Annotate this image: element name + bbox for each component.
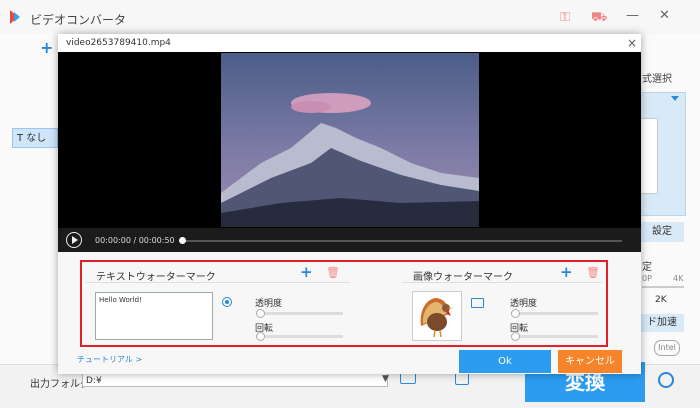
- watermark-text-input[interactable]: Hello World!: [95, 292, 213, 340]
- image-opacity-slider[interactable]: [513, 312, 598, 315]
- alarm-icon[interactable]: [658, 372, 674, 388]
- text-rotate-slider[interactable]: [258, 335, 343, 338]
- add-image-watermark-button[interactable]: +: [560, 263, 573, 281]
- output-path-input[interactable]: D:¥: [82, 373, 388, 387]
- subtitle-label: なし: [26, 133, 47, 144]
- seek-handle[interactable]: [179, 237, 186, 244]
- key-icon[interactable]: ⚿: [560, 10, 570, 25]
- resolution-slider[interactable]: [642, 286, 684, 288]
- image-watermark-title: 画像ウォーターマーク: [413, 272, 513, 283]
- turkey-image: [420, 298, 453, 338]
- delete-image-watermark-icon[interactable]: 🗑: [586, 266, 600, 279]
- image-rotate-handle[interactable]: [511, 332, 520, 341]
- delete-text-watermark-icon[interactable]: 🗑: [326, 266, 340, 279]
- seek-bar[interactable]: [182, 240, 622, 242]
- close-window-button[interactable]: ✕: [659, 8, 670, 23]
- dialog-title: video2653789410.mp4: [66, 38, 171, 48]
- playback-time: 00:00:00 / 00:00:50: [95, 236, 175, 245]
- text-opacity-slider[interactable]: [258, 312, 343, 315]
- intel-toggle[interactable]: Intel: [654, 340, 680, 356]
- left-panel: [0, 34, 58, 364]
- subtitle-selector[interactable]: T なし: [12, 128, 58, 148]
- hardware-acceleration[interactable]: ド加速: [640, 314, 684, 332]
- format-thumbnail: [640, 118, 658, 194]
- dialog-close-button[interactable]: ×: [627, 36, 637, 50]
- app-logo-accent-icon: [14, 12, 20, 22]
- minimize-button[interactable]: —: [626, 8, 639, 23]
- folder-icon[interactable]: [471, 298, 484, 308]
- add-file-button[interactable]: +: [40, 38, 53, 57]
- divider: [402, 282, 602, 283]
- cart-icon[interactable]: ⛟: [591, 10, 607, 27]
- format-dropdown-icon[interactable]: [671, 96, 679, 101]
- divider: [86, 282, 350, 283]
- resolution-high-label: 4K: [673, 274, 684, 283]
- settings-button[interactable]: 設定: [640, 222, 684, 242]
- play-icon: [72, 236, 78, 244]
- text-opacity-handle[interactable]: [256, 309, 265, 318]
- add-text-watermark-button[interactable]: +: [300, 263, 313, 281]
- tutorial-link[interactable]: チュートリアル >: [77, 354, 142, 365]
- image-opacity-handle[interactable]: [511, 309, 520, 318]
- watermark-image-preview: [412, 291, 462, 341]
- text-opacity-label: 透明度: [255, 299, 283, 309]
- format-select-label: 式選択: [642, 74, 672, 85]
- chevron-down-icon[interactable]: ▼: [382, 374, 389, 384]
- quality-label: 定: [642, 262, 652, 273]
- ok-button[interactable]: Ok: [459, 350, 551, 373]
- text-watermark-title: テキストウォーターマーク: [96, 272, 216, 283]
- image-rotate-slider[interactable]: [513, 335, 598, 338]
- resolution-value: 2K: [655, 295, 667, 305]
- subtitle-icon: T: [17, 133, 27, 144]
- radio-selected-dot: [225, 300, 229, 304]
- cancel-button[interactable]: キャンセル: [558, 350, 622, 373]
- video-frame: [221, 53, 479, 227]
- image-opacity-label: 透明度: [510, 299, 538, 309]
- text-rotate-handle[interactable]: [256, 332, 265, 341]
- resolution-low-label: 0P: [642, 274, 652, 283]
- app-title: ビデオコンバータ: [30, 13, 127, 27]
